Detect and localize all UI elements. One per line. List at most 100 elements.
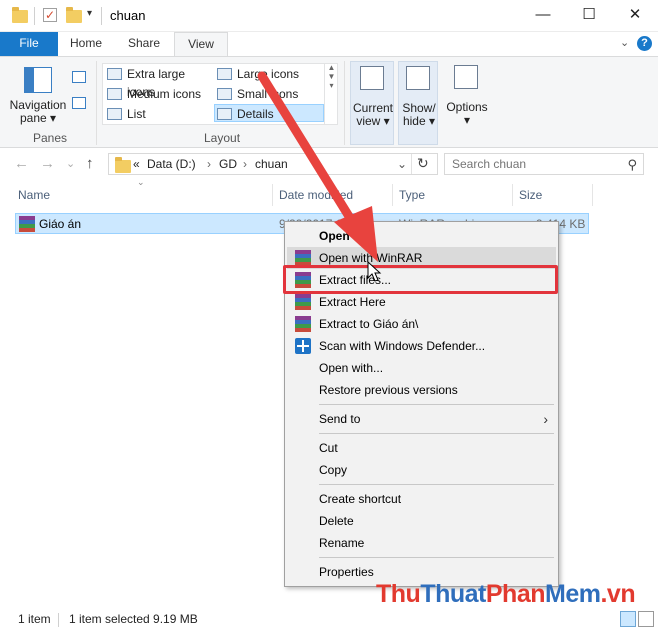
up-button[interactable]: ↑: [86, 155, 94, 172]
layout-large-icons[interactable]: Large icons: [215, 65, 323, 83]
tab-share[interactable]: Share: [122, 32, 166, 56]
menu-item-cut[interactable]: Cut: [287, 437, 556, 459]
extract-files-highlight-box: [283, 265, 558, 294]
breadcrumb-overflow[interactable]: «: [133, 157, 140, 171]
menu-item-label: Open: [319, 229, 350, 243]
navigation-pane-icon[interactable]: [24, 67, 52, 93]
menu-item-label: Properties: [319, 565, 374, 579]
column-header-type[interactable]: Type: [399, 184, 425, 206]
ribbon: Navigation pane ▾ Panes Extra large icon…: [0, 56, 658, 148]
show-hide-button[interactable]: Show/ hide ▾: [398, 61, 438, 145]
tab-home[interactable]: Home: [64, 32, 108, 56]
watermark-part: .vn: [600, 580, 636, 608]
layout-extra-large-icons[interactable]: Extra large icons: [105, 65, 213, 99]
winrar-icon: [295, 316, 311, 332]
maximize-button[interactable]: ☐: [566, 0, 612, 32]
menu-separator: [319, 484, 554, 485]
new-folder-icon[interactable]: [66, 7, 82, 23]
menu-separator: [319, 433, 554, 434]
tab-view[interactable]: View: [174, 32, 228, 56]
address-bar[interactable]: « Data (D:) › GD › chuan ⌄ ↻: [108, 153, 438, 175]
layout-group-label: Layout: [204, 131, 241, 145]
current-view-button[interactable]: Current view ▾: [350, 61, 394, 145]
divider: [512, 184, 513, 206]
menu-item-label: Cut: [319, 441, 338, 455]
options-line2: ▾: [463, 113, 471, 127]
layout-item-label: Medium icons: [127, 87, 202, 101]
menu-item-label: Open with...: [319, 361, 384, 375]
watermark-part: Thuat: [420, 580, 486, 608]
menu-item-extract-to[interactable]: Extract to Giáo án\: [287, 313, 556, 335]
search-icon[interactable]: ⚲: [627, 157, 637, 173]
status-item-count: 1 item: [18, 612, 51, 626]
options-button[interactable]: Options ▾: [442, 61, 492, 145]
layout-item-label: List: [127, 107, 146, 121]
current-view-icon: [360, 66, 384, 90]
divider: [411, 154, 412, 174]
close-button[interactable]: ✕: [612, 0, 658, 32]
navigation-bar: ← → ⌄ ↑ « Data (D:) › GD › chuan ⌄ ↻ ⚲: [0, 149, 658, 179]
breadcrumb-separator[interactable]: ›: [243, 157, 247, 171]
divider: [592, 184, 593, 206]
divider: [96, 61, 97, 145]
breadcrumb-separator[interactable]: ›: [207, 157, 211, 171]
menu-item-open-with[interactable]: Open with...: [287, 357, 556, 379]
menu-item-label: Send to: [319, 412, 361, 426]
help-icon[interactable]: ?: [637, 36, 652, 51]
menu-item-label: Delete: [319, 514, 354, 528]
current-view-line2: view ▾: [356, 114, 390, 128]
breadcrumb-chuan[interactable]: chuan: [255, 157, 288, 171]
options-icon: [454, 65, 478, 89]
menu-item-send-to[interactable]: Send to ›: [287, 408, 556, 430]
breadcrumb-gd[interactable]: GD: [219, 157, 237, 171]
collapse-ribbon-icon[interactable]: ⌄: [620, 36, 629, 49]
properties-check-icon[interactable]: ✓: [43, 8, 57, 22]
column-header-date[interactable]: Date modified: [279, 184, 353, 206]
menu-item-open[interactable]: Open: [287, 225, 556, 247]
menu-item-delete[interactable]: Delete: [287, 510, 556, 532]
navigation-pane-label-2: pane ▾: [19, 111, 57, 125]
layout-item-label: Details: [237, 107, 274, 121]
details-pane-icon[interactable]: [72, 97, 86, 109]
divider: [272, 184, 273, 206]
qat-dropdown-icon[interactable]: ▾: [87, 8, 92, 19]
menu-item-restore-versions[interactable]: Restore previous versions: [287, 379, 556, 401]
menu-item-copy[interactable]: Copy: [287, 459, 556, 481]
layout-small-icons[interactable]: Small icons: [215, 85, 323, 103]
preview-pane-icon[interactable]: [72, 71, 86, 83]
layout-gallery-scroll[interactable]: ▲ ▼ ▾: [324, 63, 338, 125]
windows-defender-icon: [295, 338, 311, 354]
layout-medium-icons[interactable]: Medium icons: [105, 85, 213, 103]
navigation-pane-button[interactable]: Navigation pane ▾: [8, 99, 68, 125]
refresh-icon[interactable]: ↻: [417, 155, 429, 172]
minimize-button[interactable]: —: [520, 0, 566, 32]
small-icons-icon: [217, 88, 232, 100]
menu-item-label: Restore previous versions: [319, 383, 458, 397]
recent-locations-button[interactable]: ⌄: [66, 157, 75, 170]
winrar-archive-icon: [19, 216, 35, 232]
menu-item-rename[interactable]: Rename: [287, 532, 556, 554]
column-header-name[interactable]: Name: [18, 184, 50, 206]
column-header-size[interactable]: Size: [519, 184, 542, 206]
divider: [58, 613, 59, 627]
folder-icon: [12, 7, 28, 23]
winrar-icon: [295, 294, 311, 310]
menu-item-extract-here[interactable]: Extract Here: [287, 291, 556, 313]
forward-button[interactable]: →: [40, 155, 55, 172]
large-icons-view-toggle-icon[interactable]: [638, 611, 654, 627]
layout-list[interactable]: List: [105, 105, 213, 123]
layout-details[interactable]: Details: [214, 104, 324, 122]
watermark-logo: ThuThuatPhanMem.vn: [376, 580, 636, 609]
breadcrumb-drive[interactable]: Data (D:): [147, 157, 196, 171]
divider: [392, 184, 393, 206]
search-input[interactable]: [452, 157, 622, 171]
watermark-part: Mem: [545, 580, 601, 608]
menu-item-create-shortcut[interactable]: Create shortcut: [287, 488, 556, 510]
details-view-toggle-icon[interactable]: [620, 611, 636, 627]
menu-item-label: Copy: [319, 463, 348, 477]
address-dropdown-icon[interactable]: ⌄: [397, 157, 407, 171]
menu-item-scan-defender[interactable]: Scan with Windows Defender...: [287, 335, 556, 357]
search-field[interactable]: ⚲: [444, 153, 644, 175]
back-button[interactable]: ←: [14, 155, 29, 172]
tab-file[interactable]: File: [0, 32, 58, 56]
